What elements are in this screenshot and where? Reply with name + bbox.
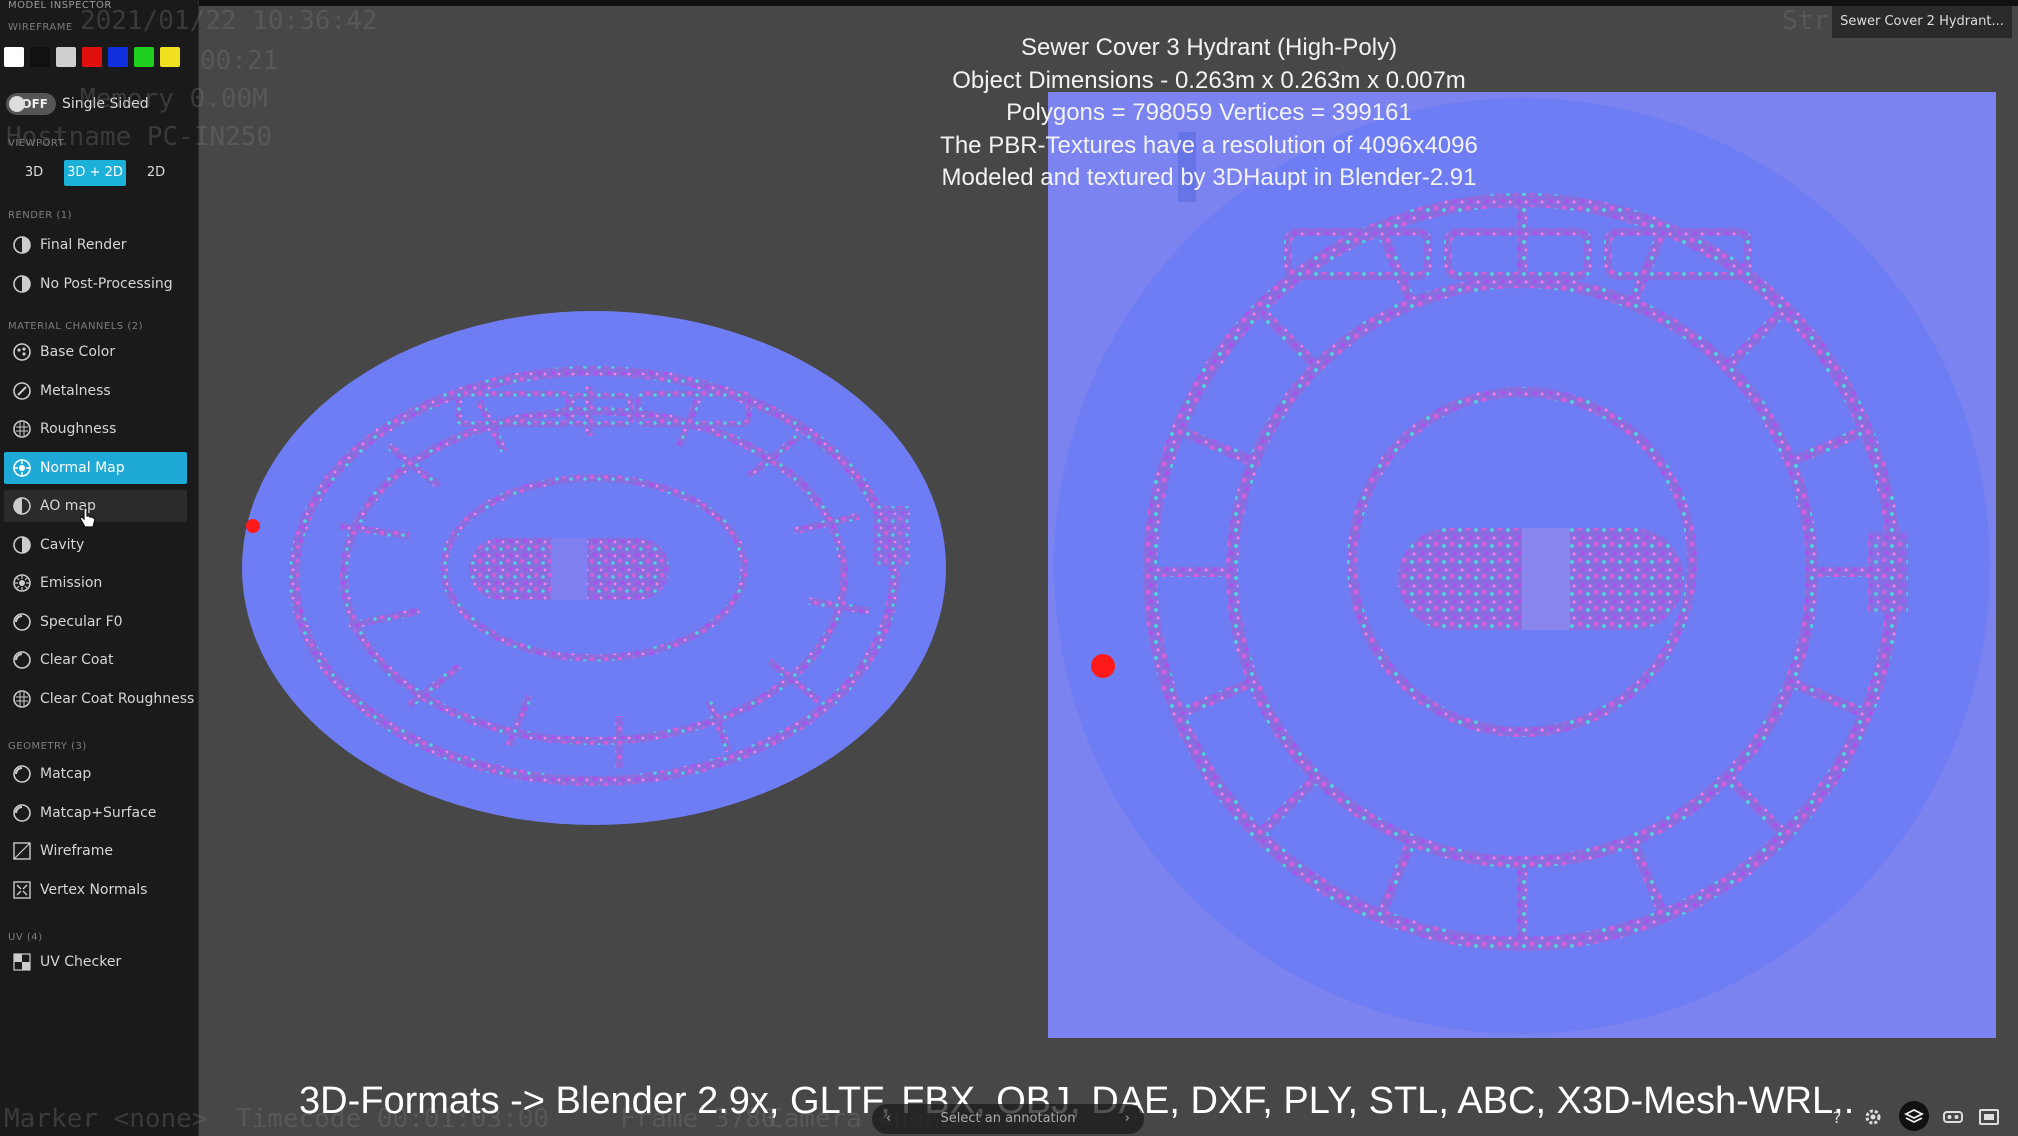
wireframe-swatch[interactable] bbox=[160, 47, 180, 67]
base-color-icon bbox=[13, 343, 31, 361]
single-sided-toggle[interactable]: OFF bbox=[6, 93, 56, 115]
menu-item-label: Base Color bbox=[40, 344, 116, 360]
menu-item-label: Specular F0 bbox=[40, 613, 123, 630]
3d-model-view[interactable] bbox=[239, 306, 959, 846]
matcap-icon bbox=[13, 765, 31, 783]
menu-item-base-color[interactable]: Base Color bbox=[4, 336, 187, 368]
menu-item-uv-checker[interactable]: UV Checker bbox=[4, 946, 187, 978]
render-icon bbox=[13, 274, 31, 293]
menu-item-roughness[interactable]: Roughness bbox=[4, 413, 187, 445]
menu-item-label: Emission bbox=[40, 575, 103, 591]
formats-caption: 3D-Formats -> Blender 2.9x, GLTF, FBX, O… bbox=[299, 1080, 1855, 1122]
annotation-prev-button[interactable]: ‹ bbox=[886, 1104, 891, 1134]
annotation-next-button[interactable]: › bbox=[1125, 1104, 1130, 1134]
render-icon bbox=[13, 236, 31, 254]
menu-item-label: Matcap bbox=[40, 766, 92, 782]
wireframe-swatch[interactable] bbox=[30, 47, 50, 67]
ao-map-icon bbox=[13, 497, 31, 515]
model-info-overlay: Sewer Cover 3 Hydrant (High-Poly) Object… bbox=[799, 32, 1619, 195]
menu-item-label: Roughness bbox=[40, 421, 117, 437]
menu-item-label: Clear Coat Roughness bbox=[40, 690, 195, 707]
viewport-2d-button[interactable]: 2D bbox=[142, 160, 170, 186]
material-channels-header: MATERIAL CHANNELS (2) bbox=[8, 321, 143, 332]
emission-icon bbox=[13, 574, 31, 592]
ghost-marker: Marker <none> bbox=[4, 1104, 208, 1134]
uv-header: UV (4) bbox=[8, 932, 43, 943]
menu-item-label: Wireframe bbox=[40, 843, 114, 859]
hand-cursor-icon bbox=[79, 507, 96, 528]
vr-headset-icon[interactable] bbox=[1942, 1106, 1964, 1128]
menu-item-clear-coat-roughness[interactable]: Clear Coat Roughness bbox=[4, 683, 194, 715]
annotation-hotspot-3d[interactable] bbox=[246, 519, 260, 533]
specular-icon bbox=[13, 612, 31, 631]
menu-item-matcap-surface[interactable]: Matcap+Surface bbox=[4, 797, 187, 829]
menu-item-label: Metalness bbox=[40, 382, 111, 399]
3d-viewport[interactable]: Sewer Cover 3 Hydrant (High-Poly) Object… bbox=[199, 6, 2018, 1136]
wireframe-swatch[interactable] bbox=[56, 47, 76, 67]
menu-item-label: UV Checker bbox=[40, 954, 122, 970]
fullscreen-icon[interactable] bbox=[1978, 1106, 2000, 1128]
menu-item-label: Normal Map bbox=[40, 459, 125, 476]
model-dimensions: Object Dimensions - 0.263m x 0.263m x 0.… bbox=[952, 66, 1466, 94]
menu-item-label: Matcap+Surface bbox=[40, 804, 157, 821]
menu-item-label: Clear Coat bbox=[40, 652, 114, 668]
svg-text:?: ? bbox=[1833, 1108, 1842, 1127]
menu-item-label: Cavity bbox=[40, 536, 85, 553]
wireframe-header: WIREFRAME bbox=[8, 22, 73, 33]
menu-item-wireframe[interactable]: Wireframe bbox=[4, 835, 187, 867]
normal-map-icon bbox=[13, 458, 31, 477]
wireframe-swatch[interactable] bbox=[82, 47, 102, 67]
uv-checker-icon bbox=[13, 953, 31, 971]
viewport-3d-button[interactable]: 3D bbox=[20, 160, 48, 186]
model-credits: Modeled and textured by 3DHaupt in Blend… bbox=[941, 164, 1477, 191]
model-polycount: Polygons = 798059 Vertices = 399161 bbox=[1006, 99, 1412, 126]
roughness-icon bbox=[13, 420, 31, 438]
annotation-hotspot-2d[interactable] bbox=[1091, 654, 1115, 678]
clear-coat-icon bbox=[13, 651, 31, 669]
menu-item-label: Vertex Normals bbox=[40, 881, 148, 898]
menu-item-label: Final Render bbox=[40, 237, 127, 253]
menu-item-vertex-normals[interactable]: Vertex Normals bbox=[4, 874, 187, 906]
menu-item-no-post-processing[interactable]: No Post-Processing bbox=[4, 268, 187, 300]
menu-item-matcap[interactable]: Matcap bbox=[4, 758, 187, 790]
viewport-3d-2d-button[interactable]: 3D + 2D bbox=[64, 160, 126, 186]
menu-item-cavity[interactable]: Cavity bbox=[4, 529, 187, 561]
menu-item-emission[interactable]: Emission bbox=[4, 567, 187, 599]
annotation-select-label[interactable]: Select an annotation bbox=[941, 1111, 1076, 1126]
menu-item-specular-f0[interactable]: Specular F0 bbox=[4, 606, 187, 638]
texture-resolution: The PBR-Textures have a resolution of 40… bbox=[940, 131, 1478, 159]
menu-item-final-render[interactable]: Final Render bbox=[4, 229, 187, 261]
geometry-header: GEOMETRY (3) bbox=[8, 741, 87, 752]
wireframe-swatch[interactable] bbox=[4, 47, 24, 67]
gear-icon[interactable] bbox=[1862, 1106, 1884, 1128]
menu-item-normal-map[interactable]: Normal Map bbox=[4, 451, 187, 484]
wireframe-icon bbox=[13, 842, 31, 860]
layers-icon[interactable] bbox=[1898, 1100, 1930, 1132]
wireframe-swatch[interactable] bbox=[134, 47, 154, 67]
menu-item-clear-coat[interactable]: Clear Coat bbox=[4, 644, 187, 676]
render-header: RENDER (1) bbox=[8, 210, 73, 221]
cavity-icon bbox=[13, 535, 31, 554]
2d-texture-view[interactable] bbox=[1048, 92, 1996, 1038]
model-inspector-sidebar: Model Inspector WIREFRAME OFF Single Sid… bbox=[0, 0, 199, 1136]
metalness-icon bbox=[13, 381, 31, 400]
model-tab[interactable]: Sewer Cover 2 Hydrant... bbox=[1832, 6, 2012, 38]
clear-coat-roughness-icon bbox=[13, 689, 31, 708]
wireframe-swatch[interactable] bbox=[108, 47, 128, 67]
vertex-normals-icon bbox=[13, 880, 31, 899]
matcap-surface-icon bbox=[13, 803, 31, 822]
menu-item-metalness[interactable]: Metalness bbox=[4, 375, 187, 407]
menu-item-label: No Post-Processing bbox=[40, 275, 173, 292]
help-icon[interactable]: ? bbox=[1826, 1106, 1848, 1128]
model-title: Sewer Cover 3 Hydrant (High-Poly) bbox=[1020, 34, 1398, 61]
annotation-navigator[interactable]: ‹ Select an annotation › bbox=[872, 1104, 1144, 1134]
